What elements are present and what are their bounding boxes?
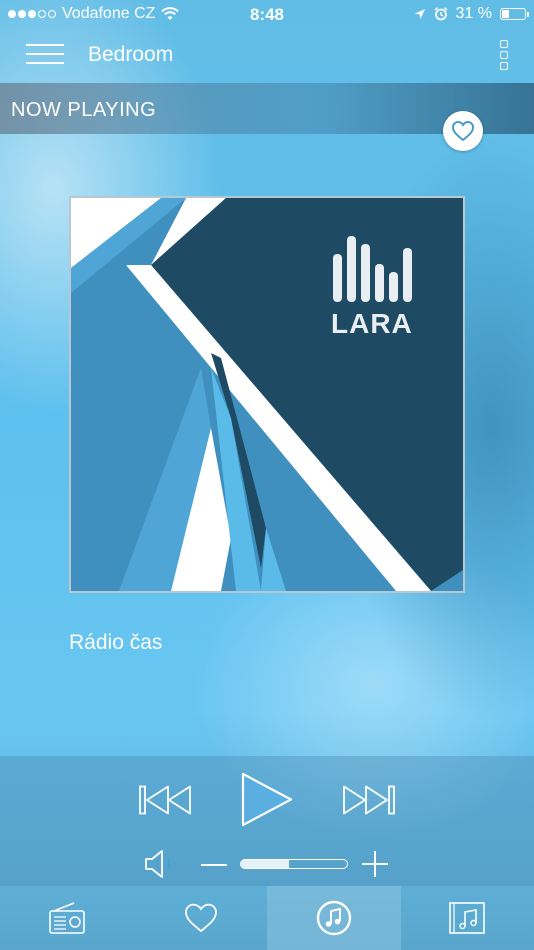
battery-percent: 31 % (455, 5, 492, 22)
room-title: Bedroom (88, 43, 174, 66)
heart-icon (451, 120, 475, 142)
volume-up-button[interactable] (362, 851, 388, 877)
alarm-icon (434, 7, 448, 21)
volume-button[interactable] (144, 849, 176, 879)
album-art: LARA (69, 196, 465, 593)
play-icon (241, 772, 293, 827)
radio-icon (49, 902, 85, 934)
nav-bar: Bedroom (0, 28, 534, 83)
more-vertical-icon (500, 40, 508, 48)
location-arrow-icon (414, 9, 425, 19)
volume-down-button[interactable] (200, 851, 228, 879)
volume-slider[interactable] (240, 859, 348, 869)
next-button[interactable] (342, 785, 395, 815)
battery-icon (500, 8, 529, 20)
skip-back-icon (139, 785, 191, 815)
heart-icon (185, 903, 217, 933)
menu-button[interactable] (26, 42, 64, 66)
station-logo-text: LARA (331, 308, 413, 339)
music-library-icon (449, 902, 485, 934)
status-bar: Vodafone CZ 8:48 31 % (0, 0, 534, 28)
tab-favorites[interactable] (134, 886, 268, 950)
speaker-icon (145, 850, 171, 878)
tab-bar (0, 886, 534, 950)
equalizer-logo-icon (331, 236, 415, 306)
tab-library[interactable] (400, 886, 534, 950)
station-name: Rádio čas (69, 631, 163, 654)
hamburger-icon (26, 44, 64, 46)
battery-level (502, 10, 509, 18)
more-options-button[interactable] (498, 40, 510, 70)
now-playing-label: NOW PLAYING (11, 99, 157, 121)
station-logo: LARA (331, 234, 421, 344)
volume-level (241, 860, 289, 868)
favorite-button[interactable] (443, 111, 483, 151)
tab-radio[interactable] (0, 886, 134, 950)
music-note-circle-icon (316, 900, 352, 936)
tab-now-playing[interactable] (267, 886, 401, 950)
play-button[interactable] (240, 771, 294, 828)
skip-forward-icon (343, 785, 395, 815)
previous-button[interactable] (139, 785, 192, 815)
status-right: 31 % (414, 5, 529, 23)
